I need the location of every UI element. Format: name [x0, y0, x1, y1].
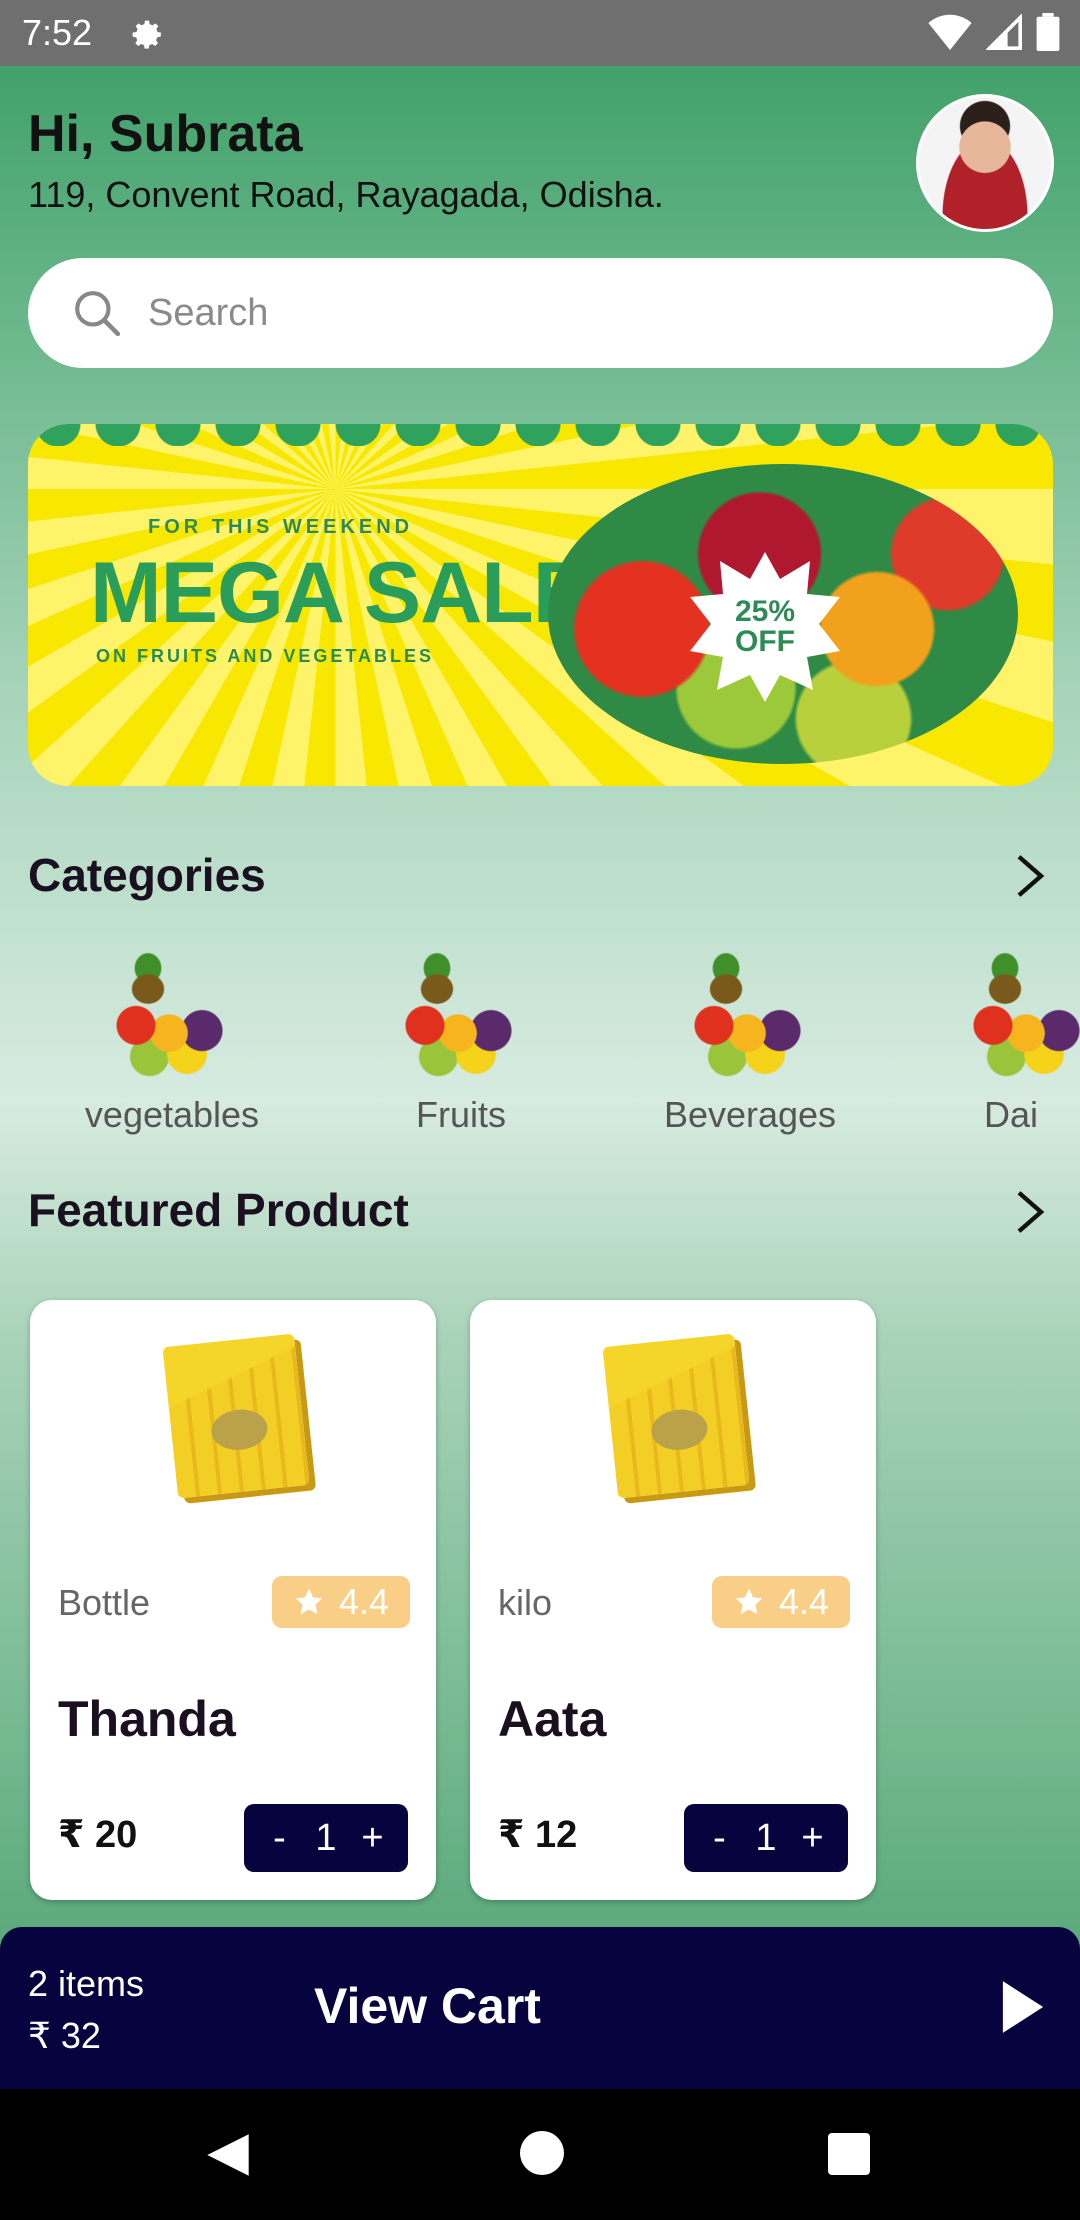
category-label: Fruits	[416, 1094, 506, 1135]
category-label: Dai	[984, 1094, 1039, 1135]
product-name: Thanda	[58, 1691, 236, 1747]
back-icon[interactable]	[205, 2131, 251, 2179]
rating-badge: 4.4	[272, 1576, 410, 1628]
recent-apps-icon[interactable]	[828, 2133, 870, 2175]
product-price: ₹ 20	[58, 1814, 138, 1856]
banner-scallop-border	[28, 424, 1053, 446]
category-item-beverages[interactable]: Beverages	[630, 950, 870, 1136]
rating-value: 4.4	[338, 1581, 390, 1622]
category-label: vegetables	[84, 1094, 260, 1135]
banner-kicker: FOR THIS WEEKEND	[148, 516, 414, 538]
quantity-stepper: - 1 +	[684, 1804, 848, 1872]
category-label: Beverages	[663, 1094, 837, 1135]
category-image	[97, 950, 247, 1080]
category-image	[675, 950, 825, 1080]
star-icon	[735, 1588, 763, 1615]
featured-chevron-right-icon[interactable]	[1012, 1190, 1048, 1234]
settings-gear-icon	[132, 20, 161, 49]
product-unit: kilo	[498, 1582, 553, 1623]
product-price: ₹ 12	[498, 1814, 578, 1856]
featured-product-title: Featured Product	[28, 1184, 409, 1236]
status-time: 7:52	[22, 12, 93, 53]
discount-percent: 25%	[734, 595, 796, 628]
product-unit: Bottle	[58, 1582, 151, 1623]
quantity-stepper: - 1 +	[244, 1804, 408, 1872]
decrement-button[interactable]: -	[264, 1817, 294, 1860]
categories-title: Categories	[28, 849, 266, 901]
increment-button[interactable]: +	[358, 1817, 388, 1860]
banner-title: MEGA SALE!	[90, 545, 618, 641]
avatar[interactable]	[916, 94, 1054, 232]
discount-off: OFF	[734, 625, 795, 658]
cart-total: ₹ 32	[28, 2015, 101, 2056]
play-arrow-icon[interactable]	[1000, 1977, 1046, 2037]
quantity-value: 1	[315, 1816, 337, 1859]
star-icon	[295, 1588, 323, 1615]
delivery-address[interactable]: 119, Convent Road, Rayagada, Odisha.	[28, 174, 664, 216]
category-item-vegetables[interactable]: vegetables	[52, 950, 292, 1136]
wifi-icon	[928, 14, 972, 50]
system-navigation-bar	[0, 2089, 1080, 2220]
product-card-aata[interactable]: kilo 4.4 Aata ₹ 12 - 1 +	[470, 1300, 876, 1900]
category-image	[386, 950, 536, 1080]
battery-icon	[1036, 13, 1060, 51]
category-item-dairy[interactable]: Dai	[920, 950, 1080, 1136]
decrement-button[interactable]: -	[704, 1817, 734, 1860]
quantity-value: 1	[755, 1816, 777, 1859]
rating-badge: 4.4	[712, 1576, 850, 1628]
product-card-thanda[interactable]: Bottle 4.4 Thanda ₹ 20 - 1 +	[30, 1300, 436, 1900]
increment-button[interactable]: +	[798, 1817, 828, 1860]
product-image	[602, 1333, 750, 1499]
view-cart-button[interactable]: View Cart	[314, 1977, 541, 2035]
home-icon[interactable]	[520, 2131, 564, 2175]
product-image	[162, 1333, 310, 1499]
greeting-title: Hi, Subrata	[28, 105, 303, 163]
rating-value: 4.4	[778, 1581, 830, 1622]
promo-banner[interactable]: FOR THIS WEEKEND MEGA SALE! ON FRUITS AN…	[28, 424, 1053, 786]
cart-item-count: 2 items	[28, 1963, 145, 2004]
status-bar: 7:52	[0, 0, 1080, 66]
cell-signal-icon	[986, 14, 1022, 50]
category-image	[954, 950, 1080, 1080]
category-item-fruits[interactable]: Fruits	[341, 950, 581, 1136]
view-cart-bar[interactable]: 2 items ₹ 32 View Cart	[0, 1927, 1080, 2089]
search-icon	[75, 291, 121, 337]
banner-subtitle: ON FRUITS AND VEGETABLES	[96, 646, 435, 666]
categories-chevron-right-icon[interactable]	[1012, 854, 1048, 898]
product-name: Aata	[498, 1691, 607, 1747]
search-input[interactable]	[148, 291, 948, 335]
search-bar[interactable]	[28, 258, 1053, 368]
